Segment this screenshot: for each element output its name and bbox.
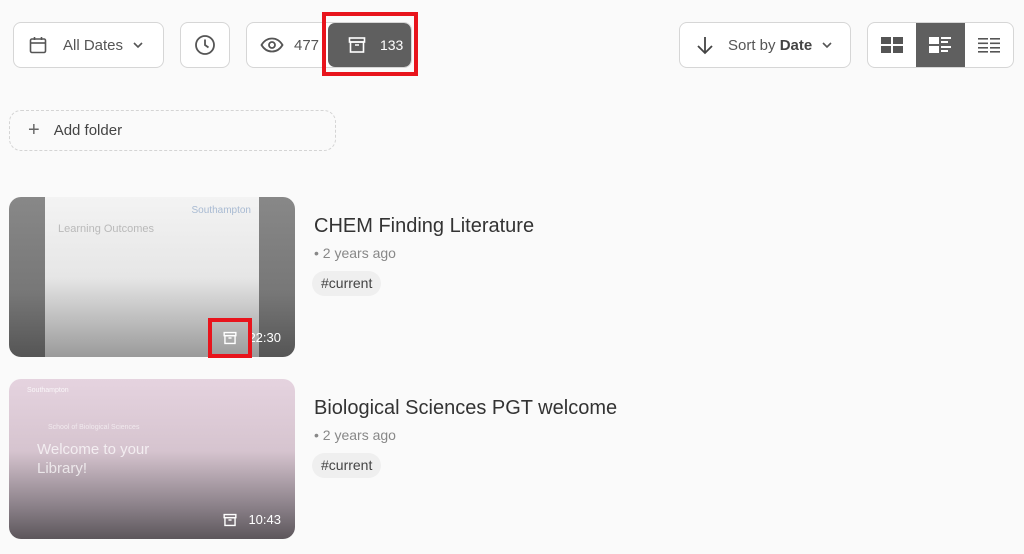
grid-icon: [881, 37, 904, 53]
detailed-list-view-button[interactable]: [916, 23, 965, 67]
slide-school: School of Biological Sciences: [48, 424, 140, 431]
date-filter-dropdown[interactable]: All Dates: [13, 22, 164, 68]
chevron-down-icon: [133, 41, 143, 49]
arrow-down-icon: [696, 35, 714, 55]
slide-logo: Southampton: [27, 387, 69, 394]
detailed-list-icon: [929, 37, 952, 53]
add-folder-label: Add folder: [53, 122, 123, 139]
video-tag[interactable]: #current: [312, 453, 382, 478]
video-age-text: 2 years ago: [322, 245, 396, 261]
add-folder-button[interactable]: + Add folder: [9, 110, 336, 151]
eye-icon: [260, 37, 284, 53]
slide-heading: Welcome to your Library!: [37, 441, 150, 477]
sort-prefix: Sort by: [728, 36, 780, 54]
video-duration: 22:30: [248, 330, 281, 345]
plus-icon: +: [28, 119, 40, 141]
date-filter-label: All Dates: [63, 36, 124, 54]
video-age: • 2 years ago: [314, 245, 396, 261]
video-age: • 2 years ago: [314, 427, 396, 443]
archive-icon: [223, 513, 237, 527]
sort-dropdown[interactable]: Sort by Date: [679, 22, 851, 68]
recent-button[interactable]: [180, 22, 230, 68]
video-duration: 10:43: [248, 512, 281, 527]
visibility-filter-group: 477 133: [246, 22, 412, 68]
chevron-down-icon: [822, 41, 832, 49]
video-thumbnail[interactable]: Southampton School of Biological Science…: [9, 379, 295, 539]
video-title[interactable]: CHEM Finding Literature: [314, 215, 534, 238]
slide-heading: Learning Outcomes: [58, 223, 154, 235]
sort-field: Date: [779, 36, 813, 54]
video-thumbnail[interactable]: Southampton Learning Outcomes 22:30: [9, 197, 295, 357]
views-filter-button[interactable]: 477: [247, 23, 328, 67]
calendar-icon: [28, 35, 48, 55]
sort-label: Sort by Date: [728, 37, 812, 54]
archive-icon: [348, 36, 366, 54]
archive-icon: [223, 331, 237, 345]
archived-count: 133: [379, 37, 404, 53]
clock-icon: [194, 34, 216, 56]
grid-view-button[interactable]: [868, 23, 916, 67]
compact-list-icon: [977, 37, 1000, 53]
view-mode-group: [867, 22, 1014, 68]
compact-list-view-button[interactable]: [965, 23, 1013, 67]
video-title[interactable]: Biological Sciences PGT welcome: [314, 397, 617, 420]
video-tag[interactable]: #current: [312, 271, 382, 296]
archived-filter-button[interactable]: 133: [327, 23, 411, 67]
views-count: 477: [294, 36, 320, 54]
video-age-text: 2 years ago: [322, 427, 396, 443]
slide-logo: Southampton: [191, 205, 252, 216]
